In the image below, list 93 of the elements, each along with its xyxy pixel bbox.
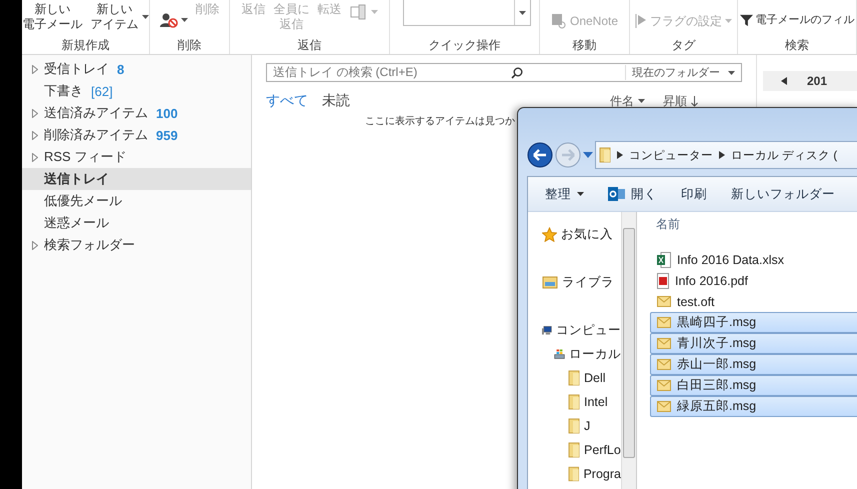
folder-icon [568, 442, 580, 458]
folder-icon [568, 418, 580, 434]
toolbar-button[interactable]: 新しいフォルダー [731, 186, 835, 202]
ribbon-button[interactable]: 新しい 電子メール [22, 2, 84, 32]
folder-item[interactable]: 迷惑メール [22, 212, 251, 234]
folder-icon [599, 147, 611, 163]
ribbon-group-label: 削除 [176, 37, 202, 54]
nav-tree-item[interactable]: J [542, 414, 621, 438]
sort-control[interactable]: 件名 昇順 [610, 92, 698, 110]
file-item[interactable]: 青川次子.msg [650, 333, 857, 354]
empty-list-message: ここに表示するアイテムは見つか [364, 114, 516, 128]
search-field[interactable]: 送信トレイ の検索 (Ctrl+E) 現在のフォルダー [266, 63, 742, 82]
breadcrumb-arrow-icon [617, 151, 623, 159]
pdf-file-icon [657, 272, 669, 288]
envelope-icon [657, 317, 671, 328]
ribbon-group-label: 移動 [572, 37, 598, 54]
filter-tab[interactable]: 未読 [322, 92, 350, 110]
toolbar-button[interactable]: 開く [608, 186, 657, 202]
toolbar-button[interactable]: 印刷 [681, 186, 707, 202]
nav-tree-item[interactable]: Intel [542, 390, 621, 414]
file-item[interactable]: 黒崎四子.msg [650, 312, 857, 333]
expand-icon[interactable] [32, 152, 38, 162]
caret-icon [142, 15, 148, 19]
envelope-icon [657, 296, 671, 307]
caret-icon [638, 99, 645, 103]
dropdown-icon[interactable] [583, 152, 593, 158]
caret-icon [577, 192, 584, 196]
calendar-nav-bar: 201 [763, 71, 857, 91]
folder-icon [568, 370, 580, 386]
envelope-icon [657, 338, 671, 349]
folder-icon [568, 394, 580, 410]
folder-item[interactable]: RSS フィード [22, 146, 251, 168]
ribbon-group-label: 検索 [784, 37, 810, 54]
file-item[interactable]: test.oft [650, 291, 857, 312]
star-icon [542, 226, 557, 242]
file-item[interactable]: Info 2016 Data.xlsx [650, 249, 857, 270]
folder-item[interactable]: 送信済みアイテム 100 [22, 102, 251, 124]
expand-icon[interactable] [32, 240, 38, 250]
nav-tree-item[interactable]: ライブラ [542, 270, 621, 294]
nav-tree-item[interactable]: ローカル [542, 342, 621, 366]
file-item[interactable]: Info 2016.pdf [650, 270, 857, 291]
address-bar[interactable]: コンピューター ローカル ディスク ( [595, 141, 857, 169]
ribbon-button[interactable]: 新しい アイテム [88, 2, 149, 32]
person-block-icon [160, 12, 178, 28]
envelope-icon [657, 380, 671, 391]
back-icon[interactable] [527, 142, 553, 168]
caret-icon [725, 19, 732, 23]
expand-icon[interactable] [32, 130, 38, 140]
down-arrow-icon [691, 96, 698, 106]
nav-tree-item[interactable]: Progra [542, 462, 621, 486]
file-item[interactable]: 白田三郎.msg [650, 375, 857, 396]
folder-item[interactable]: 低優先メール [22, 190, 251, 212]
file-item[interactable]: 赤山一郎.msg [650, 354, 857, 375]
envelope-icon [657, 401, 671, 412]
folder-item[interactable]: 検索フォルダー [22, 234, 251, 256]
envelope-icon [608, 186, 625, 202]
caret-icon [728, 70, 735, 74]
spreadsheet-file-icon [657, 252, 671, 268]
previous-month-icon [781, 77, 787, 85]
ignore-button[interactable] [158, 12, 190, 28]
envelope-icon [657, 359, 671, 370]
filter-tab[interactable]: すべて [266, 92, 308, 110]
nav-tree-item[interactable]: PerfLo [542, 438, 621, 462]
ribbon-group-label: 返信 [296, 37, 322, 54]
folder-item[interactable]: 受信トレイ 8 [22, 58, 251, 80]
window-icon [350, 4, 368, 20]
folder-icon [568, 466, 580, 482]
folder-item[interactable]: 下書き [62] [22, 80, 251, 102]
file-item[interactable]: 緑原五郎.msg [650, 396, 857, 417]
flag-icon [635, 13, 647, 29]
folder-item[interactable]: 削除済みアイテム 959 [22, 124, 251, 146]
scrollbar[interactable] [621, 212, 637, 489]
nav-tree-item[interactable]: お気に入 [542, 222, 621, 246]
filter-icon [740, 14, 752, 27]
nav-tree-item[interactable]: Dell [542, 366, 621, 390]
caret-icon [180, 18, 188, 22]
ribbon-group-label: 新規作成 [60, 37, 110, 54]
search-icon[interactable] [511, 66, 524, 78]
notebook-icon [550, 13, 567, 29]
search-scope-dropdown[interactable]: 現在のフォルダー [625, 65, 741, 80]
ribbon-group-label: タグ [670, 37, 697, 54]
ribbon-group-label: クイック操作 [428, 37, 502, 54]
library-icon [542, 275, 558, 289]
caret-icon [518, 10, 526, 14]
expand-icon[interactable] [32, 108, 38, 118]
folder-item[interactable]: 送信トレイ [22, 168, 251, 190]
filter-button[interactable]: 電子メールのフィル [738, 13, 856, 28]
column-header[interactable]: 名前 [650, 216, 857, 249]
caret-icon [370, 10, 378, 14]
breadcrumb-arrow-icon [719, 151, 725, 159]
expand-icon[interactable] [32, 64, 38, 74]
toolbar-button[interactable]: 整理 [545, 186, 584, 202]
nav-tree-item[interactable]: コンピュー [542, 318, 621, 342]
